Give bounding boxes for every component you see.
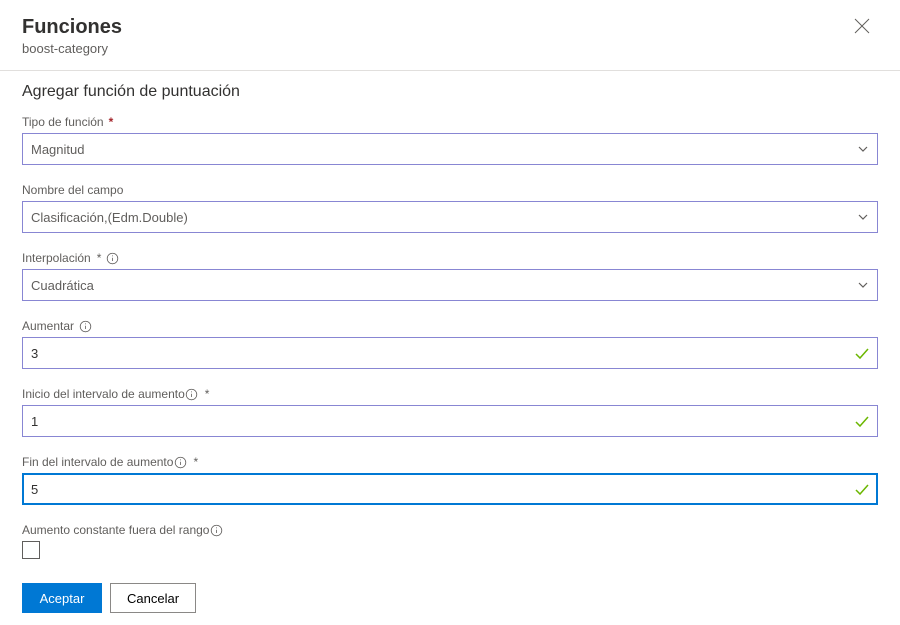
input-range-start[interactable] <box>22 405 878 437</box>
chevron-down-icon <box>857 279 869 291</box>
select-interpolation-value: Cuadrática <box>31 278 857 293</box>
info-icon[interactable] <box>173 455 187 469</box>
checkbox-constant-outside[interactable] <box>22 541 40 559</box>
field-range-start: Inicio del intervalo de aumento * <box>22 387 878 437</box>
form-panel: Agregar función de puntuación Tipo de fu… <box>0 71 900 625</box>
label-function-type: Tipo de función* <box>22 115 878 129</box>
page-title: Funciones <box>22 16 878 39</box>
panel-header: Funciones boost-category <box>0 0 900 66</box>
label-boost: Aumentar <box>22 319 878 333</box>
field-constant-outside: Aumento constante fuera del rango <box>22 523 878 559</box>
select-function-type-value: Magnitud <box>31 142 857 157</box>
section-title: Agregar función de puntuación <box>22 83 878 101</box>
label-interpolation: Interpolación * <box>22 251 878 265</box>
field-range-end: Fin del intervalo de aumento * <box>22 455 878 505</box>
chevron-down-icon <box>857 211 869 223</box>
select-function-type[interactable]: Magnitud <box>22 133 878 165</box>
button-row: Aceptar Cancelar <box>22 583 878 613</box>
field-interpolation: Interpolación * Cuadrática <box>22 251 878 301</box>
select-field-name-value: Clasificación,(Edm.Double) <box>31 210 857 225</box>
field-function-type: Tipo de función* Magnitud <box>22 115 878 165</box>
accept-button[interactable]: Aceptar <box>22 583 102 613</box>
label-constant-outside: Aumento constante fuera del rango <box>22 523 878 537</box>
select-field-name[interactable]: Clasificación,(Edm.Double) <box>22 201 878 233</box>
field-field-name: Nombre del campo Clasificación,(Edm.Doub… <box>22 183 878 233</box>
chevron-down-icon <box>857 143 869 155</box>
cancel-button[interactable]: Cancelar <box>110 583 196 613</box>
required-star: * <box>109 115 114 129</box>
field-boost: Aumentar <box>22 319 878 369</box>
info-icon[interactable] <box>78 319 92 333</box>
label-field-name: Nombre del campo <box>22 183 878 197</box>
input-boost[interactable] <box>22 337 878 369</box>
close-button[interactable] <box>854 18 870 34</box>
label-range-start: Inicio del intervalo de aumento * <box>22 387 878 401</box>
close-icon <box>854 22 870 37</box>
info-icon[interactable] <box>105 251 119 265</box>
select-interpolation[interactable]: Cuadrática <box>22 269 878 301</box>
required-asterisk: * <box>193 455 198 469</box>
required-asterisk: * <box>205 387 210 401</box>
info-icon[interactable] <box>185 387 199 401</box>
info-icon[interactable] <box>209 523 223 537</box>
input-range-end[interactable] <box>22 473 878 505</box>
required-asterisk: * <box>97 251 102 265</box>
page-subtitle: boost-category <box>22 41 878 56</box>
label-range-end: Fin del intervalo de aumento * <box>22 455 878 469</box>
